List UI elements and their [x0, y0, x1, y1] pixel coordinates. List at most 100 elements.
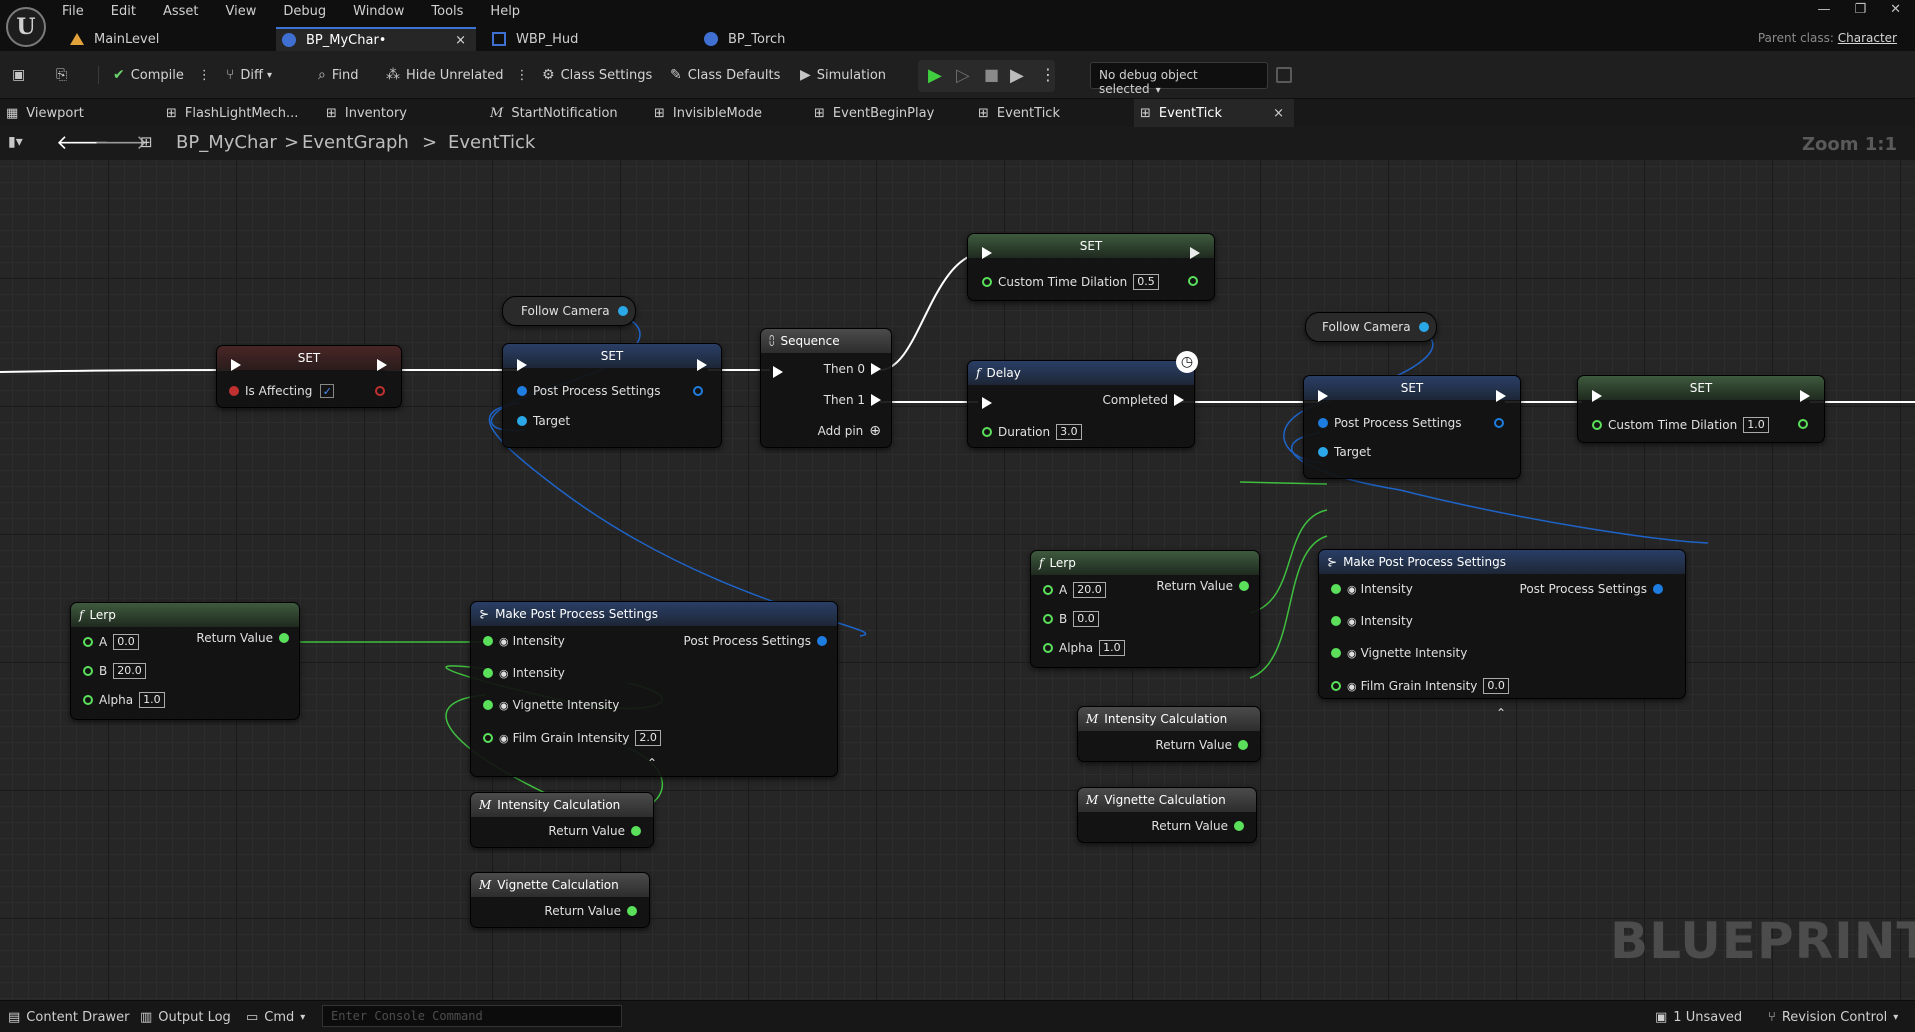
- exec-out-pin[interactable]: [1190, 247, 1200, 259]
- advance-frame-icon[interactable]: ▷: [956, 65, 970, 86]
- float-pin[interactable]: [1331, 648, 1341, 658]
- float-input[interactable]: 0.0: [1073, 611, 1099, 627]
- float-input[interactable]: 0.5: [1133, 274, 1159, 290]
- exec-in-pin[interactable]: [773, 366, 783, 378]
- exec-in-pin[interactable]: [517, 359, 527, 371]
- output-log-button[interactable]: ▥ Output Log: [140, 1008, 231, 1026]
- simulation-button[interactable]: ▶ Simulation: [800, 64, 886, 86]
- breadcrumb-root[interactable]: BP_MyChar: [176, 132, 277, 153]
- doc-tab-wbp-hud[interactable]: WBP_Hud: [492, 27, 682, 51]
- struct-out-pin[interactable]: [1494, 418, 1504, 428]
- float-input[interactable]: 20.0: [113, 663, 146, 679]
- play-options-icon[interactable]: ⋮: [1040, 65, 1056, 84]
- float-input[interactable]: 1.0: [139, 692, 165, 708]
- float-input[interactable]: 1.0: [1099, 640, 1125, 656]
- menu-edit[interactable]: Edit: [111, 2, 136, 22]
- breadcrumb-sub[interactable]: EventTick: [448, 132, 535, 153]
- tab-inventory[interactable]: ⊞ Inventory: [326, 99, 407, 127]
- menu-asset[interactable]: Asset: [163, 2, 199, 22]
- float-pin[interactable]: [1043, 643, 1053, 653]
- bool-pin[interactable]: [229, 386, 239, 396]
- float-input[interactable]: 2.0: [635, 730, 661, 746]
- object-out-pin[interactable]: [617, 306, 628, 316]
- float-out-pin[interactable]: [279, 633, 289, 643]
- save-button[interactable]: ▣: [12, 64, 31, 86]
- float-pin[interactable]: [483, 636, 493, 646]
- menu-tools[interactable]: Tools: [431, 2, 463, 22]
- float-pin[interactable]: [1331, 681, 1341, 691]
- exec-out-pin[interactable]: [871, 394, 881, 406]
- revision-control-button[interactable]: ⑂ Revision Control ▾: [1768, 1008, 1898, 1026]
- struct-out-pin[interactable]: [693, 386, 703, 396]
- float-pin[interactable]: [483, 700, 493, 710]
- node-intensity-calculation[interactable]: M Intensity Calculation Return Value: [470, 792, 654, 848]
- exec-in-pin[interactable]: [982, 247, 992, 259]
- close-tab-icon[interactable]: ×: [455, 33, 466, 48]
- target-pin[interactable]: [517, 416, 527, 426]
- checkbox-icon[interactable]: ✓: [320, 384, 335, 398]
- exec-in-pin[interactable]: [982, 397, 992, 409]
- minimize-icon[interactable]: —: [1817, 2, 1830, 17]
- doc-tab-bp-torch[interactable]: BP_Torch: [704, 27, 884, 51]
- float-pin[interactable]: [1331, 584, 1341, 594]
- class-defaults-button[interactable]: ✎ Class Defaults: [670, 64, 780, 86]
- float-pin[interactable]: [1043, 585, 1053, 595]
- hide-unrelated-button[interactable]: ⁂ Hide Unrelated ⋮: [386, 64, 529, 86]
- struct-out-pin[interactable]: [817, 636, 827, 646]
- content-drawer-button[interactable]: ▤ Content Drawer: [8, 1008, 129, 1026]
- more-options-icon[interactable]: ⋮: [198, 68, 211, 83]
- node-set-custom-time-dilation[interactable]: SET Custom Time Dilation 1.0: [1577, 375, 1825, 443]
- exec-out-pin[interactable]: [871, 363, 881, 375]
- find-button[interactable]: ⌕ Find: [318, 64, 358, 86]
- node-lerp[interactable]: f Lerp A 20.0 Return Value B 0.0 Alpha 1.0: [1030, 550, 1260, 668]
- node-lerp[interactable]: f Lerp A 0.0 Return Value B 20.0 Alpha 1.0: [70, 602, 300, 720]
- bool-out-pin[interactable]: [375, 386, 385, 396]
- float-input[interactable]: 0.0: [1483, 678, 1509, 694]
- struct-pin[interactable]: [517, 386, 527, 396]
- float-pin[interactable]: [1043, 614, 1053, 624]
- float-input[interactable]: 20.0: [1073, 582, 1106, 598]
- struct-pin[interactable]: [1318, 418, 1328, 428]
- float-out-pin[interactable]: [1188, 276, 1198, 286]
- more-options-icon[interactable]: ⋮: [516, 68, 529, 83]
- tab-viewport[interactable]: ▦ Viewport: [6, 99, 84, 127]
- cmd-button[interactable]: ▭ Cmd ▾: [246, 1008, 305, 1026]
- graph-canvas[interactable]: SET Is Affecting ✓ Follow Camera SET Post…: [0, 160, 1915, 1000]
- node-sequence[interactable]: ⩇ Sequence Then 0 Then 1 Add pin ⊕: [760, 328, 892, 448]
- float-out-pin[interactable]: [631, 826, 641, 836]
- tab-startnotification[interactable]: M StartNotification: [490, 99, 618, 127]
- play-icon[interactable]: ▶: [928, 65, 942, 86]
- float-input[interactable]: 1.0: [1743, 417, 1769, 433]
- collapse-chevron-icon[interactable]: ⌃: [647, 756, 657, 770]
- float-out-pin[interactable]: [1234, 821, 1244, 831]
- breadcrumb-graph[interactable]: EventGraph: [302, 132, 409, 153]
- float-pin[interactable]: [83, 666, 93, 676]
- class-settings-button[interactable]: ⚙ Class Settings: [542, 64, 652, 86]
- close-tab-icon[interactable]: ×: [1273, 106, 1284, 121]
- float-pin[interactable]: [1331, 616, 1341, 626]
- exec-out-pin[interactable]: [1800, 390, 1810, 402]
- stop-icon[interactable]: ■: [984, 65, 999, 84]
- restore-icon[interactable]: ❐: [1854, 2, 1866, 17]
- float-pin[interactable]: [483, 668, 493, 678]
- menu-view[interactable]: View: [226, 2, 257, 22]
- browse-button[interactable]: ⎘: [56, 64, 73, 86]
- object-out-pin[interactable]: [1418, 322, 1429, 332]
- tab-invisiblemode[interactable]: ⊞ InvisibleMode: [654, 99, 762, 127]
- exec-in-pin[interactable]: [1318, 390, 1328, 402]
- exec-in-pin[interactable]: [1592, 390, 1602, 402]
- debug-browse-icon[interactable]: [1276, 67, 1292, 83]
- tab-eventtick-active[interactable]: ⊞ EventTick ×: [1134, 99, 1294, 127]
- float-input[interactable]: 0.0: [113, 634, 139, 650]
- float-out-pin[interactable]: [1239, 581, 1249, 591]
- menu-window[interactable]: Window: [353, 2, 404, 22]
- debug-object-select[interactable]: No debug object selected ▾: [1090, 62, 1268, 96]
- menu-file[interactable]: File: [62, 2, 84, 22]
- add-pin-button[interactable]: Add pin ⊕: [818, 423, 881, 439]
- float-out-pin[interactable]: [1238, 740, 1248, 750]
- unsaved-button[interactable]: ▣ 1 Unsaved: [1655, 1008, 1742, 1026]
- struct-out-pin[interactable]: [1653, 584, 1663, 594]
- exec-out-pin[interactable]: [377, 359, 387, 371]
- console-input[interactable]: Enter Console Command: [322, 1005, 622, 1027]
- diff-button[interactable]: ⑂ Diff ▾: [226, 64, 272, 86]
